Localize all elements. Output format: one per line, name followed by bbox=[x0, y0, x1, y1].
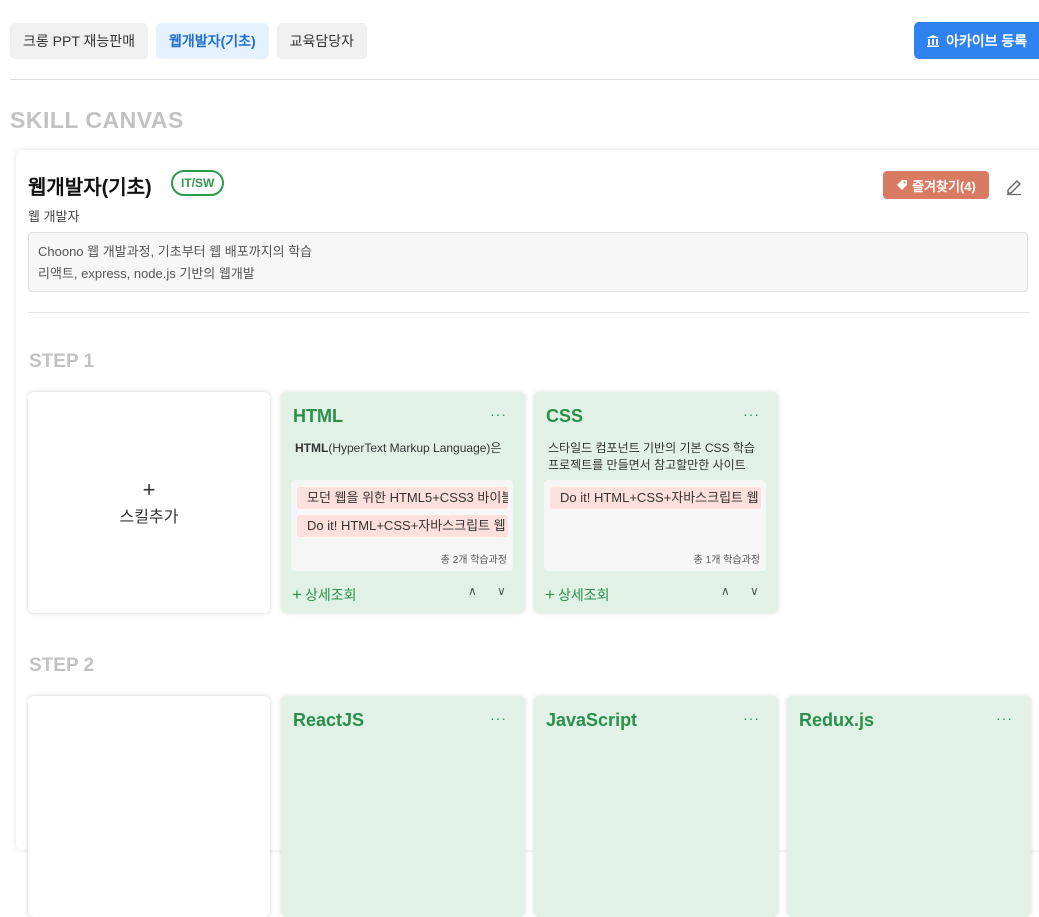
header-divider bbox=[10, 79, 1039, 80]
plus-icon: + bbox=[292, 585, 302, 604]
step-2-label: STEP 2 bbox=[29, 655, 95, 676]
skill-name: CSS bbox=[546, 406, 584, 426]
description-line: 리액트, express, node.js 기반의 웹개발 bbox=[38, 266, 255, 281]
skill-description-text: (HyperText Markup Language)은 bbox=[328, 441, 502, 455]
category-badge: IT/SW bbox=[171, 170, 225, 196]
bank-icon bbox=[927, 34, 939, 47]
add-skill-card[interactable] bbox=[28, 696, 270, 917]
tab-education-manager[interactable]: 교육담당자 bbox=[276, 23, 368, 59]
skill-description: 스타일드 컴포넌트 기반의 기본 CSS 학습 프로젝트를 만들면서 참고할만한… bbox=[548, 440, 770, 474]
course-item[interactable]: Do it! HTML+CSS+자바스크립트 웹 표준의 정석 bbox=[297, 515, 508, 537]
skill-name: HTML bbox=[293, 406, 343, 426]
skill-description: HTML(HyperText Markup Language)은 bbox=[295, 440, 517, 457]
skill-card-html[interactable]: HTML ··· HTML(HyperText Markup Language)… bbox=[281, 392, 525, 613]
add-skill-label: 스킬추가 bbox=[119, 508, 179, 526]
chevron-down-icon[interactable]: ∨ bbox=[497, 584, 506, 598]
course-title: 웹개발자(기초) bbox=[28, 177, 152, 199]
skill-description-bold: HTML bbox=[295, 441, 329, 455]
course-tabs: 크롱 PPT 재능판매 웹개발자(기초) 교육담당자 bbox=[10, 23, 368, 59]
course-item[interactable]: 모던 웹을 위한 HTML5+CSS3 바이블 bbox=[297, 487, 508, 509]
more-icon[interactable]: ··· bbox=[490, 406, 507, 422]
skill-name: JavaScript bbox=[546, 710, 638, 730]
course-card: 웹개발자(기초) IT/SW 즐겨찾기(4) 웹 개발자 Choono 웹 개발… bbox=[16, 150, 1039, 917]
page-title: SKILL CANVAS bbox=[10, 107, 184, 133]
section-divider bbox=[28, 312, 1030, 313]
description-line: Choono 웹 개발과정, 기초부터 웹 배포까지의 학습 bbox=[38, 244, 313, 259]
favorite-label: 즐겨찾기(4) bbox=[912, 178, 976, 194]
detail-view-label: 상세조회 bbox=[557, 587, 610, 603]
course-count: 총 2개 학습과정 bbox=[440, 555, 507, 566]
course-item[interactable]: Do it! HTML+CSS+자바스크립트 웹 표준의 정석 bbox=[550, 487, 761, 509]
archive-register-button[interactable]: 아카이브 등록 bbox=[914, 22, 1039, 59]
tab-web-developer[interactable]: 웹개발자(기초) bbox=[156, 23, 269, 59]
tab-kronk-ppt[interactable]: 크롱 PPT 재능판매 bbox=[10, 23, 149, 59]
skill-card-javascript[interactable]: JavaScript ··· bbox=[534, 696, 778, 917]
course-count: 총 1개 학습과정 bbox=[693, 555, 760, 566]
skill-description-line: 스타일드 컴포넌트 기반의 기본 CSS 학습 bbox=[548, 441, 755, 455]
course-list: 모던 웹을 위한 HTML5+CSS3 바이블 Do it! HTML+CSS+… bbox=[291, 480, 513, 571]
detail-view-button[interactable]: + 상세조회 bbox=[545, 585, 609, 605]
more-icon[interactable]: ··· bbox=[743, 406, 760, 422]
chevron-up-icon[interactable]: ∧ bbox=[721, 584, 730, 598]
archive-register-label: 아카이브 등록 bbox=[946, 32, 1028, 49]
course-subtitle: 웹 개발자 bbox=[28, 209, 80, 224]
plus-icon: + bbox=[142, 476, 156, 502]
chevron-up-icon[interactable]: ∧ bbox=[468, 584, 477, 598]
skill-description-line: 프로젝트를 만들면서 참고할만한 사이트 bbox=[548, 458, 746, 472]
detail-view-label: 상세조회 bbox=[304, 587, 357, 603]
more-icon[interactable]: ··· bbox=[743, 710, 760, 726]
detail-view-button[interactable]: + 상세조회 bbox=[292, 585, 356, 605]
step-1-label: STEP 1 bbox=[29, 351, 95, 372]
skill-name: ReactJS bbox=[293, 710, 365, 730]
plus-icon: + bbox=[545, 585, 555, 604]
chevron-down-icon[interactable]: ∨ bbox=[750, 584, 759, 598]
tag-icon bbox=[897, 180, 908, 190]
skill-card-reactjs[interactable]: ReactJS ··· bbox=[281, 696, 525, 917]
favorite-button[interactable]: 즐겨찾기(4) bbox=[883, 171, 989, 199]
more-icon[interactable]: ··· bbox=[490, 710, 507, 726]
course-list: Do it! HTML+CSS+자바스크립트 웹 표준의 정석 총 1개 학습과… bbox=[544, 480, 766, 571]
edit-pencil-icon[interactable] bbox=[1003, 174, 1025, 196]
skill-name: Redux.js bbox=[799, 710, 875, 730]
add-skill-card[interactable]: + 스킬추가 bbox=[28, 392, 270, 613]
skill-card-css[interactable]: CSS ··· 스타일드 컴포넌트 기반의 기본 CSS 학습 프로젝트를 만들… bbox=[534, 392, 778, 613]
course-description: Choono 웹 개발과정, 기초부터 웹 배포까지의 학습 리액트, expr… bbox=[28, 232, 1028, 292]
skill-card-reduxjs[interactable]: Redux.js ··· bbox=[787, 696, 1031, 917]
more-icon[interactable]: ··· bbox=[996, 710, 1013, 726]
